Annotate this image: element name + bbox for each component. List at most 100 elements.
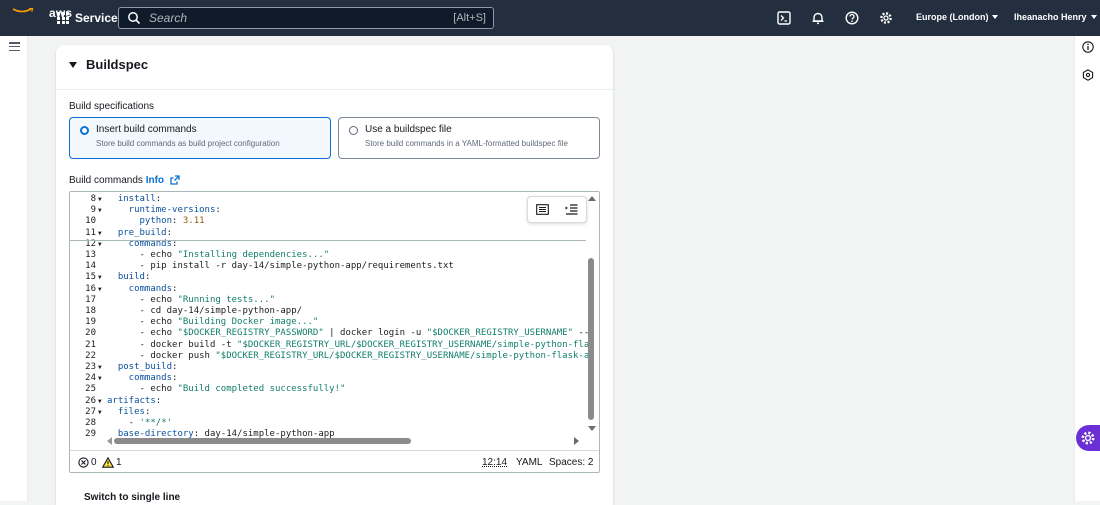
divider bbox=[56, 89, 613, 90]
info-link[interactable]: Info bbox=[146, 175, 164, 186]
preferences-icon bbox=[536, 204, 549, 215]
line-number: 25 bbox=[85, 384, 96, 395]
code-text: build: bbox=[107, 272, 151, 283]
code-text: - pip install -r day-14/simple-python-ap… bbox=[107, 261, 454, 272]
fold-toggle-icon[interactable]: ▼ bbox=[98, 407, 102, 418]
option-description: Store build commands in a YAML-formatted… bbox=[365, 139, 568, 148]
chevron-down-icon bbox=[1090, 15, 1097, 19]
menu-icon[interactable] bbox=[9, 42, 20, 52]
code-line[interactable]: 11 ▼ pre_build: bbox=[70, 228, 590, 239]
line-number: 10 bbox=[85, 216, 96, 227]
feedback-icon[interactable] bbox=[1082, 69, 1094, 81]
code-text: files: bbox=[107, 406, 151, 417]
line-number: 24 bbox=[85, 373, 96, 384]
scroll-down-arrow-icon[interactable] bbox=[588, 426, 596, 431]
warnings-count: 1 bbox=[116, 457, 122, 468]
line-number: 21 bbox=[85, 339, 96, 350]
code-line[interactable]: 16 ▼ commands: bbox=[70, 284, 590, 295]
code-line[interactable]: 13 - echo "Installing dependencies..." bbox=[70, 250, 590, 261]
radio-selected[interactable] bbox=[80, 126, 89, 135]
code-line[interactable]: 21 - docker build -t "$DOCKER_REGISTRY_U… bbox=[70, 340, 590, 351]
code-editor[interactable]: 8 ▼ install: 9 ▼ runtime-versions: 10 python… bbox=[69, 191, 600, 473]
fold-toggle-icon[interactable]: ▼ bbox=[98, 228, 102, 239]
external-link-icon[interactable] bbox=[170, 175, 180, 185]
warnings-indicator[interactable]: 1 bbox=[102, 457, 122, 468]
aws-logo[interactable]: aws bbox=[12, 7, 72, 29]
option-use-buildspec-file[interactable]: Use a buildspec file Store build command… bbox=[338, 117, 600, 159]
code-line[interactable]: 9 ▼ runtime-versions: bbox=[70, 205, 590, 216]
indent-icon bbox=[565, 204, 578, 215]
buildspec-section-toggle[interactable]: Buildspec bbox=[69, 57, 148, 72]
errors-indicator[interactable]: 0 bbox=[78, 457, 97, 468]
code-line[interactable]: 19 - echo "Building Docker image..." bbox=[70, 317, 590, 328]
code-line[interactable]: 28 - '**/*' bbox=[70, 418, 590, 429]
vertical-scrollbar[interactable] bbox=[588, 258, 594, 420]
search-input[interactable] bbox=[141, 11, 454, 25]
fold-toggle-icon[interactable]: ▼ bbox=[98, 373, 102, 384]
code-line[interactable]: 24 ▼ commands: bbox=[70, 373, 590, 384]
cloudshell-icon[interactable] bbox=[777, 11, 791, 25]
fold-toggle-icon[interactable]: ▼ bbox=[98, 362, 102, 373]
fold-toggle-icon[interactable]: ▼ bbox=[98, 284, 102, 295]
radio-unselected[interactable] bbox=[349, 126, 358, 135]
preferences-button[interactable] bbox=[535, 203, 551, 217]
code-area[interactable]: 8 ▼ install: 9 ▼ runtime-versions: 10 python… bbox=[70, 192, 590, 450]
cursor-position[interactable]: 12:14 bbox=[482, 457, 507, 468]
line-number: 23 bbox=[85, 362, 96, 372]
horizontal-scrollbar[interactable] bbox=[114, 438, 411, 444]
code-line[interactable]: 8 ▼ install: bbox=[70, 194, 590, 205]
code-line[interactable]: 18 - cd day-14/simple-python-app/ bbox=[70, 306, 590, 317]
code-line[interactable]: 14 - pip install -r day-14/simple-python… bbox=[70, 261, 590, 272]
settings-icon[interactable] bbox=[879, 11, 893, 25]
search-box[interactable]: [Alt+S] bbox=[118, 7, 494, 29]
option-title: Use a buildspec file bbox=[365, 124, 452, 135]
code-text: runtime-versions: bbox=[107, 205, 221, 216]
fold-toggle-icon[interactable]: ▼ bbox=[98, 272, 102, 283]
format-indent-button[interactable] bbox=[564, 203, 580, 217]
line-number: 26 bbox=[85, 395, 96, 406]
fold-toggle-icon[interactable]: ▼ bbox=[98, 396, 102, 407]
code-line[interactable]: 15 ▼ build: bbox=[70, 272, 590, 283]
code-line[interactable]: 26 ▼ artifacts: bbox=[70, 396, 590, 407]
fold-toggle-icon[interactable]: ▼ bbox=[98, 205, 102, 216]
gear-icon bbox=[1081, 431, 1095, 445]
line-number: 14 bbox=[85, 261, 96, 272]
region-selector[interactable]: Europe (London) bbox=[916, 12, 999, 22]
user-menu[interactable]: Iheanacho Henry bbox=[1014, 12, 1097, 22]
info-panel-icon[interactable] bbox=[1082, 41, 1094, 53]
switch-to-single-line-button[interactable]: Switch to single line bbox=[84, 492, 180, 503]
code-line[interactable]: 20 - echo "$DOCKER_REGISTRY_PASSWORD" | … bbox=[70, 328, 590, 339]
code-line[interactable]: 23 ▼ post_build: bbox=[70, 362, 590, 373]
option-title: Insert build commands bbox=[96, 124, 197, 135]
build-specifications-label: Build specifications bbox=[69, 101, 155, 112]
code-text: - cd day-14/simple-python-app/ bbox=[107, 306, 303, 316]
notifications-icon[interactable] bbox=[811, 11, 825, 25]
user-name: Iheanacho Henry bbox=[1014, 12, 1087, 22]
warning-icon bbox=[102, 457, 114, 468]
line-number: 19 bbox=[85, 317, 96, 328]
error-icon bbox=[78, 457, 89, 468]
option-insert-build-commands[interactable]: Insert build commands Store build comman… bbox=[69, 117, 331, 159]
scroll-up-arrow-icon[interactable] bbox=[588, 196, 596, 201]
scroll-left-arrow-icon[interactable] bbox=[107, 437, 112, 445]
fold-toggle-icon[interactable]: ▼ bbox=[98, 194, 102, 205]
code-line[interactable]: 17 - echo "Running tests..." bbox=[70, 295, 590, 306]
line-number: 11 bbox=[85, 227, 96, 238]
line-number: 29 bbox=[85, 429, 96, 440]
code-line[interactable]: 25 - echo "Build completed successfully!… bbox=[70, 384, 590, 395]
section-title: Buildspec bbox=[86, 57, 149, 72]
code-text: post_build: bbox=[107, 362, 178, 372]
code-line[interactable]: 22 - docker push "$DOCKER_REGISTRY_URL/$… bbox=[70, 351, 590, 362]
services-grid-icon bbox=[57, 12, 69, 24]
code-line[interactable]: 27 ▼ files: bbox=[70, 407, 590, 418]
line-number: 9 bbox=[90, 205, 96, 216]
code-text: - docker push "$DOCKER_REGISTRY_URL/$DOC… bbox=[107, 350, 591, 361]
help-icon[interactable] bbox=[845, 11, 859, 25]
editor-toolbar bbox=[527, 196, 587, 223]
scroll-right-arrow-icon[interactable] bbox=[574, 437, 579, 445]
floating-settings-button[interactable] bbox=[1076, 425, 1100, 451]
code-line[interactable]: 10 python: 3.11 bbox=[70, 216, 590, 227]
build-commands-label: Build commands bbox=[69, 175, 143, 186]
indent-setting: Spaces: 2 bbox=[549, 457, 594, 468]
services-menu-button[interactable]: Services bbox=[57, 11, 124, 25]
